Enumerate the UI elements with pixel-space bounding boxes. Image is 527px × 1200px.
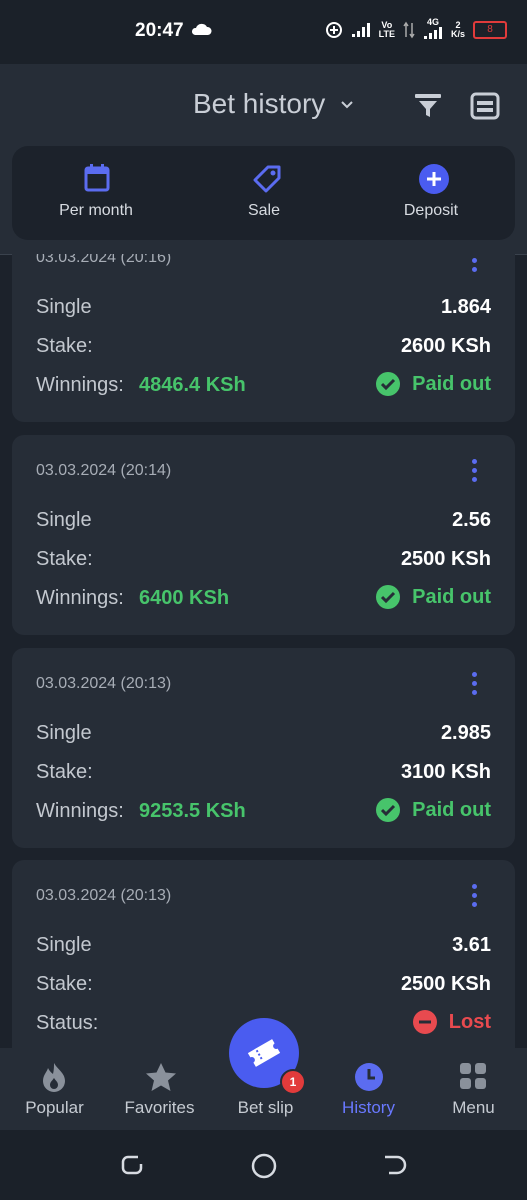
plus-circle-icon [419, 164, 449, 194]
winnings-value: 9253.5 KSh [139, 800, 246, 822]
stake-value: 2500 KSh [400, 973, 491, 995]
stake-label: Stake: [36, 973, 93, 995]
check-circle-icon [376, 372, 401, 396]
status-lost: Lost [412, 1010, 491, 1034]
more-options-icon[interactable] [468, 459, 480, 485]
bet-card[interactable]: 03.03.2024 (20:16) Single 1.864 Stake: 2… [12, 254, 515, 422]
status-text: Paid out [412, 798, 491, 821]
bet-date: 03.03.2024 (20:14) [36, 462, 172, 479]
stake-value: 2500 KSh [400, 548, 491, 570]
bet-list[interactable]: 03.03.2024 (20:16) Single 1.864 Stake: 2… [0, 254, 527, 1048]
data-arrows-icon [403, 21, 415, 38]
nav-history[interactable]: History [316, 1048, 421, 1130]
speed-indicator: 2 K/s [450, 20, 465, 39]
minus-circle-icon [412, 1010, 437, 1034]
bet-odds: 3.61 [452, 934, 491, 956]
page-title[interactable]: Bet history [193, 88, 325, 120]
per-month-button[interactable]: Per month [16, 146, 176, 240]
recent-apps-icon[interactable] [120, 1154, 144, 1176]
bet-type-label: Single [36, 934, 92, 956]
status-paid-out: Paid out [376, 585, 491, 609]
star-icon [146, 1063, 176, 1091]
status-icons: Vo LTE 4G 2 K/s 8 [325, 18, 507, 41]
nav-menu-label: Menu [452, 1098, 495, 1117]
stake-value: 3100 KSh [400, 761, 491, 783]
signal-icon [351, 22, 370, 37]
flame-icon [43, 1063, 65, 1092]
stake-label: Stake: [36, 335, 93, 357]
chevron-down-icon[interactable] [340, 100, 354, 110]
ticket-icon [247, 1039, 281, 1067]
cloud-icon [191, 23, 212, 35]
deposit-label: Deposit [403, 202, 459, 219]
sale-button[interactable]: Sale [184, 146, 344, 240]
nav-popular[interactable]: Popular [2, 1048, 107, 1130]
back-icon[interactable] [383, 1154, 407, 1176]
filter-icon[interactable] [414, 92, 442, 118]
status-text: Lost [448, 1010, 491, 1033]
data-saver-icon [325, 21, 342, 38]
bet-type-label: Single [36, 509, 92, 531]
status-time: 20:47 [135, 20, 184, 41]
more-options-icon[interactable] [468, 254, 480, 275]
bet-date: 03.03.2024 (20:16) [36, 254, 172, 266]
per-month-label: Per month [59, 202, 133, 219]
volte-indicator: Vo LTE [378, 20, 395, 39]
nav-favorites[interactable]: Favorites [107, 1048, 212, 1130]
clock-icon [355, 1063, 383, 1091]
bet-card[interactable]: 03.03.2024 (20:13) Single 2.985 Stake: 3… [12, 648, 515, 848]
stake-label: Stake: [36, 548, 93, 570]
nav-menu[interactable]: Menu [421, 1048, 526, 1130]
bet-date: 03.03.2024 (20:13) [36, 675, 172, 692]
signal-4g-icon [423, 27, 442, 39]
bet-odds: 2.56 [452, 509, 491, 531]
stake-label: Stake: [36, 761, 93, 783]
status-paid-out: Paid out [376, 372, 491, 396]
system-navigation-bar [0, 1130, 527, 1200]
sale-label: Sale [247, 202, 281, 219]
winnings-label: Winnings: [36, 587, 124, 609]
nav-bet-slip-label: Bet slip [237, 1098, 294, 1117]
ticket-icon[interactable] [470, 92, 500, 120]
check-circle-icon [376, 585, 401, 609]
network-4g-label: 4G [426, 17, 439, 27]
more-options-icon[interactable] [468, 672, 480, 698]
speed-unit: K/s [450, 28, 465, 39]
winnings-label: Winnings: [36, 374, 124, 396]
stake-value: 2600 KSh [400, 335, 491, 357]
nav-favorites-label: Favorites [124, 1098, 195, 1117]
nav-popular-label: Popular [25, 1098, 84, 1117]
bet-date: 03.03.2024 (20:13) [36, 887, 172, 904]
home-icon[interactable] [251, 1153, 277, 1179]
status-text: Paid out [412, 585, 491, 608]
bet-odds: 2.985 [440, 722, 491, 744]
bet-card[interactable]: 03.03.2024 (20:14) Single 2.56 Stake: 25… [12, 435, 515, 635]
volte-bottom-label: LTE [378, 28, 395, 39]
winnings-value: 6400 KSh [139, 587, 230, 609]
tag-icon [253, 165, 281, 193]
winnings-label: Winnings: [36, 800, 124, 822]
status-label: Status: [36, 1012, 99, 1034]
bet-slip-count-badge: 1 [280, 1069, 306, 1095]
check-circle-icon [376, 798, 401, 822]
status-paid-out: Paid out [376, 798, 491, 822]
bet-type-label: Single [36, 296, 92, 318]
deposit-button[interactable]: Deposit [351, 146, 511, 240]
more-options-icon[interactable] [468, 884, 480, 910]
nav-history-label: History [342, 1098, 395, 1117]
battery-indicator: 8 [473, 20, 507, 39]
bet-type-label: Single [36, 722, 92, 744]
winnings-value: 4846.4 KSh [139, 374, 246, 396]
status-text: Paid out [412, 372, 491, 395]
status-bar: 20:47 Vo LTE 4G 2 K/s 8 [0, 0, 527, 64]
grid-menu-icon [460, 1063, 486, 1089]
network-4g-indicator: 4G [423, 18, 443, 41]
bet-odds: 1.864 [440, 296, 491, 318]
calendar-icon [84, 164, 110, 192]
quick-actions: Per month Sale Deposit [12, 146, 515, 240]
